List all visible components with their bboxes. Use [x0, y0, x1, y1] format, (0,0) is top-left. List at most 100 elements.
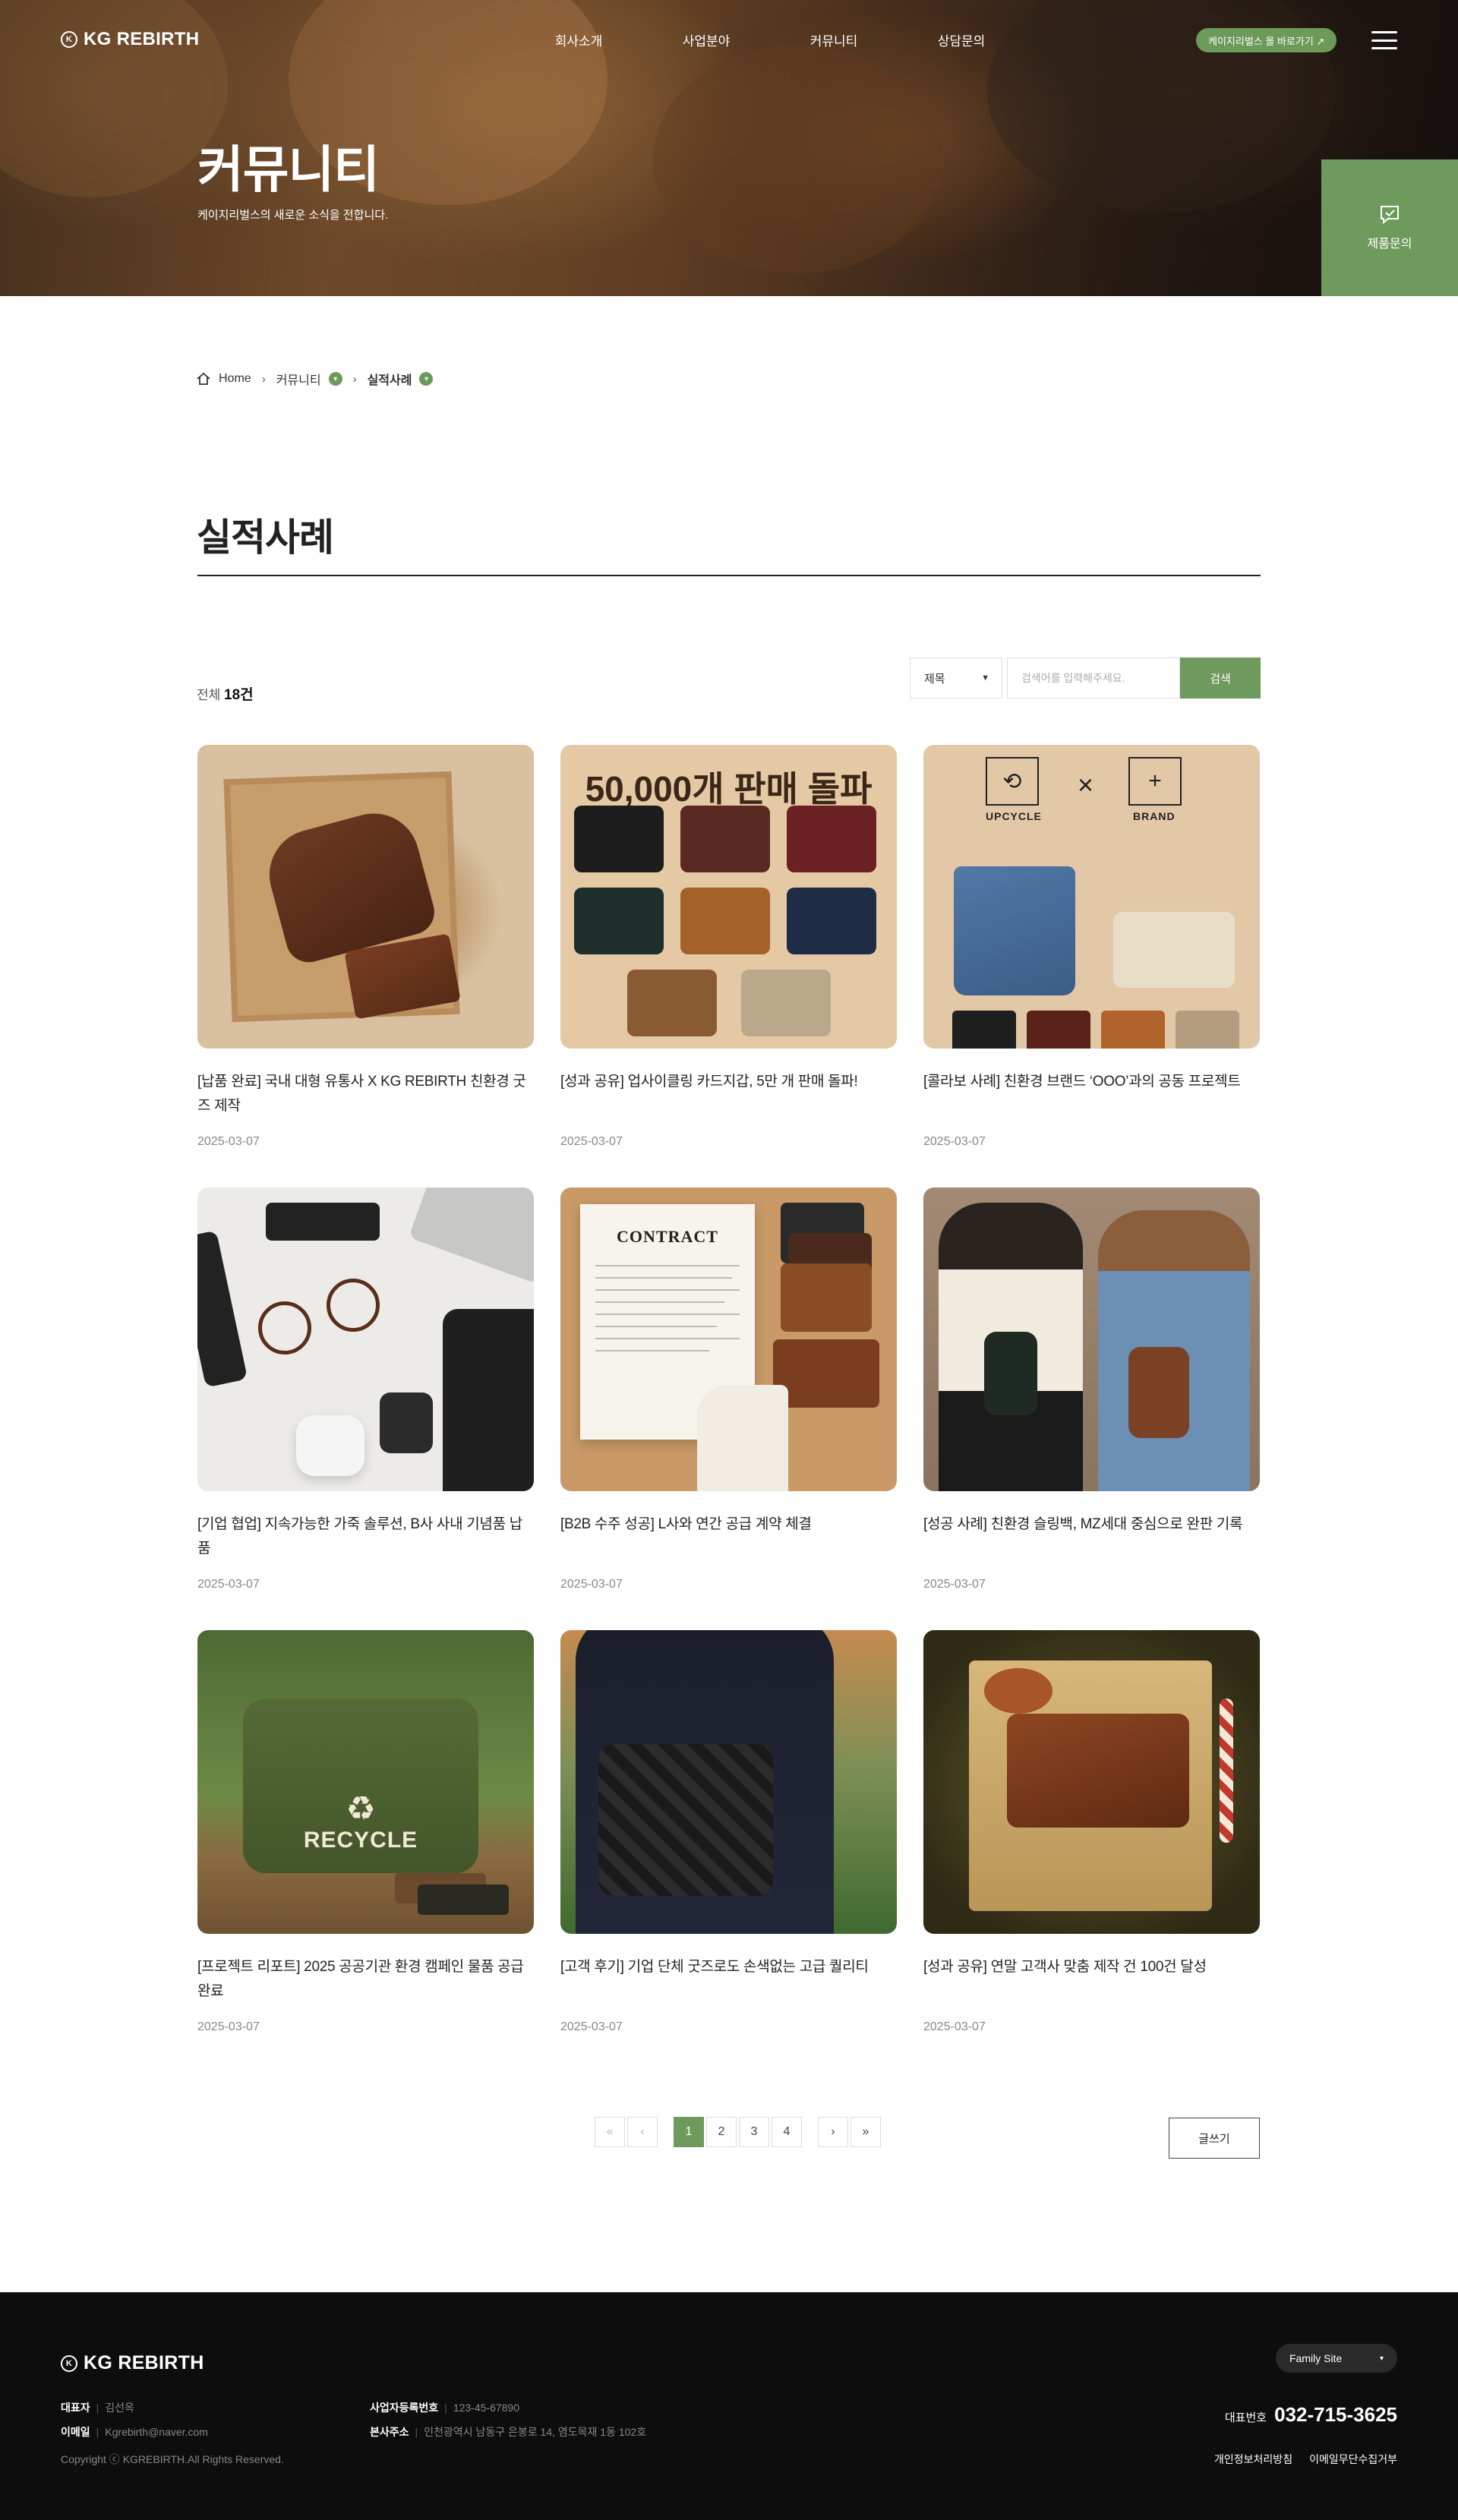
- caret-down-icon: ▼: [981, 673, 989, 683]
- post-thumbnail[interactable]: ⟲ UPCYCLE × + BRAND: [923, 745, 1260, 1049]
- next-page-button[interactable]: ›: [818, 2117, 848, 2147]
- family-site-select[interactable]: Family Site ▾: [1276, 2344, 1397, 2373]
- hero-subtitle: 케이지리벌스의 새로운 소식을 전합니다.: [197, 209, 389, 222]
- post-card[interactable]: ♻ RECYCLE [프로젝트 리포트] 2025 공공기관 환경 캠페인 물품…: [197, 1630, 534, 2033]
- post-card[interactable]: [고객 후기] 기업 단체 굿즈로도 손색없는 고급 퀄리티 2025-03-0…: [560, 1630, 897, 2033]
- footer-company-info: 대표자 | 김선옥 이메일 | Kgrebirth@naver.com: [61, 2402, 208, 2438]
- post-date: 2025-03-07: [560, 2020, 623, 2033]
- main-nav: 회사소개 사업분야 커뮤니티 상담문의: [515, 30, 1025, 49]
- site-footer: K KG REBIRTH 대표자 | 김선옥 이메일 | Kgrebirth@naver…: [0, 2292, 1458, 2520]
- post-card[interactable]: [성공 사례] 친환경 슬링백, MZ세대 중심으로 완판 기록 2025-03…: [923, 1187, 1260, 1591]
- post-title[interactable]: [기업 협업] 지속가능한 가죽 솔루션, B사 사내 기념품 납품: [197, 1512, 534, 1561]
- sales-banner-text: 50,000개 판매 돌파: [585, 769, 873, 809]
- site-logo[interactable]: K KG REBIRTH: [61, 29, 199, 50]
- search-field-select[interactable]: 제목 ▼: [910, 658, 1002, 699]
- footer-links: 개인정보처리방침 이메일무단수집거부: [1214, 2452, 1397, 2467]
- post-title[interactable]: [B2B 수주 성공] L사와 연간 공급 계약 체결: [560, 1512, 897, 1537]
- breadcrumb: Home › 커뮤니티 ▾ › 실적사례 ▾: [196, 370, 434, 388]
- nav-item-community[interactable]: 커뮤니티: [770, 30, 898, 49]
- post-date: 2025-03-07: [197, 1135, 260, 1148]
- post-thumbnail[interactable]: 50,000개 판매 돌파: [560, 745, 897, 1049]
- nav-item-company[interactable]: 회사소개: [515, 30, 642, 49]
- total-value: 18건: [224, 687, 254, 703]
- post-thumbnail[interactable]: CONTRACT: [560, 1187, 897, 1491]
- nav-item-contact[interactable]: 상담문의: [898, 30, 1025, 49]
- breadcrumb-home[interactable]: Home: [219, 372, 251, 386]
- post-title[interactable]: [성과 공유] 연말 고객사 맞춤 제작 건 100건 달성: [923, 1955, 1260, 1979]
- post-card[interactable]: [성과 공유] 연말 고객사 맞춤 제작 건 100건 달성 2025-03-0…: [923, 1630, 1260, 2033]
- search-input[interactable]: [1007, 658, 1180, 699]
- product-inquiry-button[interactable]: 제품문의: [1321, 159, 1458, 296]
- post-thumbnail[interactable]: [197, 745, 534, 1049]
- nav-item-business[interactable]: 사업분야: [642, 30, 770, 49]
- tel-label: 대표번호: [1224, 2411, 1267, 2424]
- hamburger-icon[interactable]: [1371, 31, 1397, 49]
- pagination: « ‹ 1 2 3 4 › »: [595, 2117, 883, 2147]
- page-button[interactable]: 1: [674, 2117, 704, 2147]
- post-card[interactable]: CONTRACT [B2B 수주 성공] L사와 연간 공급 계약 체결 202…: [560, 1187, 897, 1591]
- post-date: 2025-03-07: [560, 1578, 623, 1591]
- post-card[interactable]: [기업 협업] 지속가능한 가죽 솔루션, B사 사내 기념품 납품 2025-…: [197, 1187, 534, 1591]
- logo-mark-icon: K: [61, 31, 77, 48]
- address-label: 본사주소: [370, 2426, 409, 2438]
- email-refusal-link[interactable]: 이메일무단수집거부: [1309, 2452, 1397, 2467]
- post-date: 2025-03-07: [560, 1135, 623, 1148]
- post-thumbnail[interactable]: ♻ RECYCLE: [197, 1630, 534, 1934]
- hero-title: 커뮤니티: [197, 141, 380, 197]
- hero-banner: K KG REBIRTH 회사소개 사업분야 커뮤니티 상담문의 케이지리벌스 …: [0, 0, 1458, 296]
- chevron-down-icon[interactable]: ▾: [328, 372, 342, 386]
- chat-check-icon: [1381, 206, 1399, 224]
- post-thumbnail[interactable]: [923, 1187, 1260, 1491]
- chevron-down-icon[interactable]: ▾: [419, 372, 434, 386]
- breadcrumb-current[interactable]: 실적사례: [368, 370, 412, 388]
- mall-shortcut-button[interactable]: 케이지리벌스 몰 바로가기 ↗: [1196, 28, 1337, 52]
- page-button[interactable]: 4: [772, 2117, 802, 2147]
- upcycle-label: UPCYCLE: [986, 810, 1042, 822]
- footer-business-info: 사업자등록번호 | 123-45-67890 본사주소 | 인천광역시 남동구 은봉로 …: [370, 2402, 647, 2438]
- footer-logo-text: KG REBIRTH: [84, 2352, 204, 2373]
- recycle-icon: ♻: [346, 1790, 376, 1828]
- post-title[interactable]: [납품 완료] 국내 대형 유통사 X KG REBIRTH 친환경 굿즈 제작: [197, 1070, 534, 1118]
- post-date: 2025-03-07: [197, 2020, 260, 2033]
- email-label: 이메일: [61, 2426, 90, 2438]
- footer-logo[interactable]: K KG REBIRTH: [61, 2352, 204, 2374]
- upcycle-icon: ⟲: [986, 757, 1039, 806]
- biz-no-label: 사업자등록번호: [370, 2402, 439, 2414]
- email-value: Kgrebirth@naver.com: [105, 2426, 208, 2438]
- post-card[interactable]: ⟲ UPCYCLE × + BRAND [콜라보 사례] 친환경 브랜드 ‘OO…: [923, 745, 1260, 1148]
- post-thumbnail[interactable]: [197, 1187, 534, 1491]
- plus-icon: +: [1128, 757, 1182, 806]
- home-icon[interactable]: [196, 372, 211, 386]
- inquiry-label: 제품문의: [1367, 238, 1412, 251]
- page-button[interactable]: 2: [706, 2117, 737, 2147]
- last-page-button[interactable]: »: [850, 2117, 881, 2147]
- family-site-label: Family Site: [1289, 2352, 1343, 2364]
- tel-number[interactable]: 032-715-3625: [1274, 2403, 1397, 2427]
- post-title[interactable]: [콜라보 사례] 친환경 브랜드 ‘OOO’과의 공동 프로젝트: [923, 1070, 1260, 1094]
- first-page-button[interactable]: «: [595, 2117, 625, 2147]
- brand-label: BRAND: [1133, 810, 1176, 822]
- privacy-policy-link[interactable]: 개인정보처리방침: [1214, 2452, 1292, 2467]
- write-post-button[interactable]: 글쓰기: [1169, 2118, 1260, 2159]
- post-title[interactable]: [고객 후기] 기업 단체 굿즈로도 손색없는 고급 퀄리티: [560, 1955, 897, 1979]
- post-date: 2025-03-07: [923, 2020, 986, 2033]
- post-thumbnail[interactable]: [560, 1630, 897, 1934]
- post-thumbnail[interactable]: [923, 1630, 1260, 1934]
- prev-page-button[interactable]: ‹: [627, 2117, 658, 2147]
- caret-down-icon: ▾: [1379, 2354, 1384, 2363]
- post-card[interactable]: [납품 완료] 국내 대형 유통사 X KG REBIRTH 친환경 굿즈 제작…: [197, 745, 534, 1148]
- post-date: 2025-03-07: [923, 1135, 986, 1148]
- ceo-label: 대표자: [61, 2402, 90, 2414]
- post-title[interactable]: [성공 사례] 친환경 슬링백, MZ세대 중심으로 완판 기록: [923, 1512, 1260, 1537]
- biz-no-value: 123-45-67890: [453, 2402, 519, 2414]
- post-title[interactable]: [프로젝트 리포트] 2025 공공기관 환경 캠페인 물품 공급 완료: [197, 1955, 534, 2004]
- search-select-value: 제목: [924, 672, 945, 686]
- page-button[interactable]: 3: [739, 2117, 769, 2147]
- search-button[interactable]: 검색: [1180, 658, 1261, 699]
- title-divider: [197, 575, 1261, 576]
- post-title[interactable]: [성과 공유] 업사이클링 카드지갑, 5만 개 판매 돌파!: [560, 1070, 897, 1094]
- copyright: Copyright ⓒ KGREBIRTH.All Rights Reserve…: [61, 2453, 284, 2465]
- contract-heading: CONTRACT: [617, 1227, 718, 1246]
- post-card[interactable]: 50,000개 판매 돌파 [성과 공유] 업사이클링 카드지갑, 5만 개 판…: [560, 745, 897, 1148]
- breadcrumb-community[interactable]: 커뮤니티: [276, 370, 321, 388]
